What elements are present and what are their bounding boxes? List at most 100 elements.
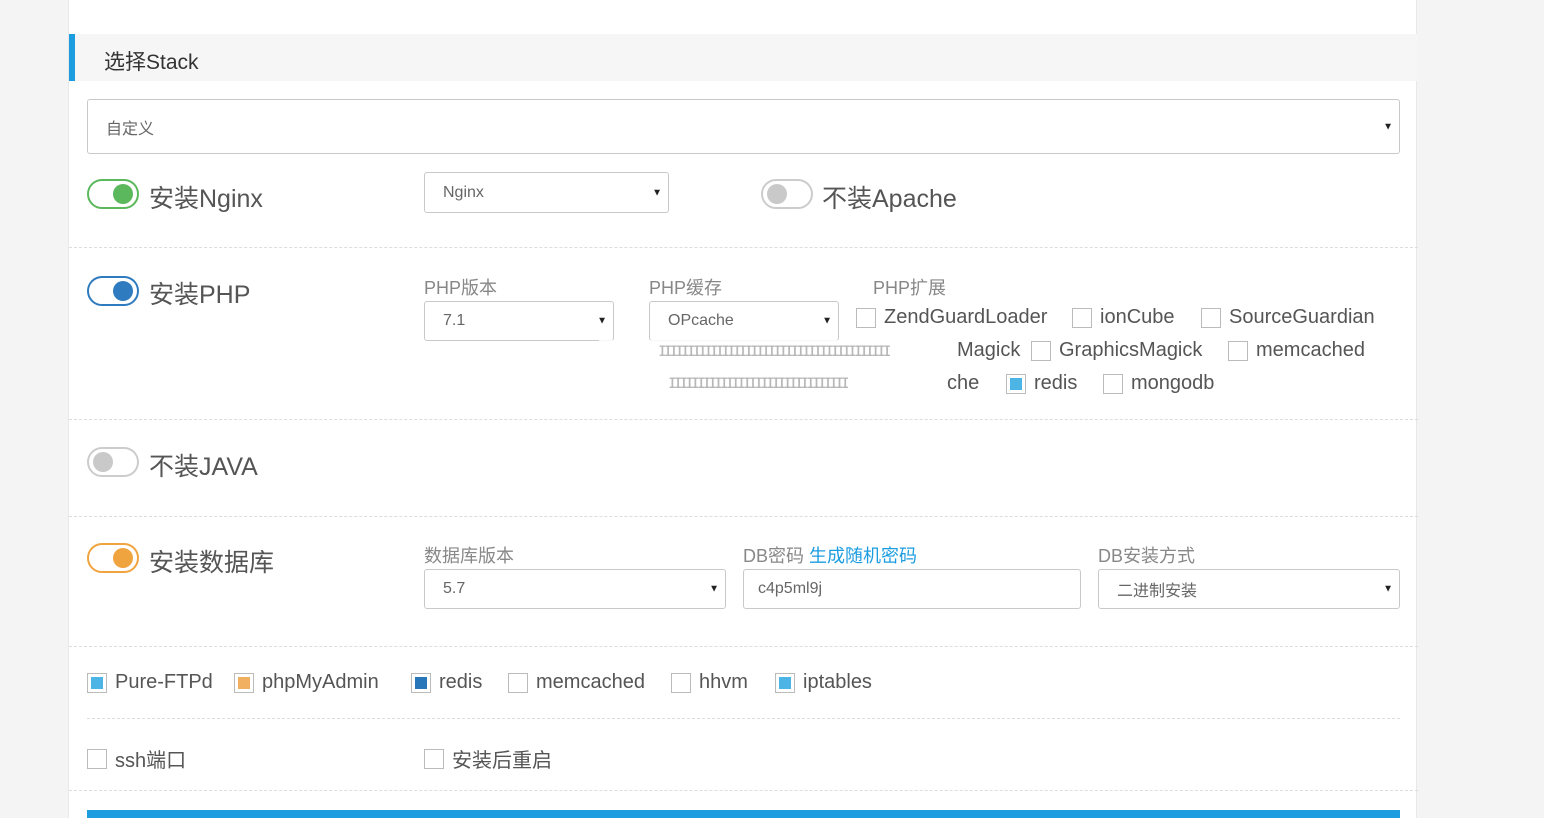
toggle-knob [113,548,133,568]
divider [87,718,1400,719]
checkbox-label: redis [439,671,483,693]
checkbox[interactable] [1103,373,1123,394]
extra-iptables[interactable]: iptables [775,671,872,694]
db-install-method-select[interactable]: 二进制安装 ▼ [1098,569,1400,609]
checkbox[interactable] [1228,340,1248,361]
checkbox[interactable] [424,748,444,769]
checkbox[interactable] [1072,307,1092,328]
php-cache-value: OPcache [668,312,734,329]
ext-memcached[interactable]: memcached [1228,339,1365,362]
checkbox-label: Magick [957,339,1021,361]
extra-hhvm[interactable]: hhvm [671,671,748,694]
install-panel: 选择Stack 自定义 ▼ 安装Nginx Nginx ▼ 不装Apache 安… [68,0,1418,818]
extra-memcached[interactable]: memcached [508,671,645,694]
nginx-label: 安装Nginx [149,185,263,213]
garbled-text: ɪɪɪɪɪɪɪɪɪɪɪɪɪɪɪɪɪɪɪɪɪɪɪɪɪɪɪɪɪɪɪɪɪɪɪɪɪɪɪɪ [599,340,1009,362]
checkbox[interactable] [671,672,691,693]
ext-sourceguardian[interactable]: SourceGuardian [1201,306,1375,329]
checkbox-label: Pure-FTPd [115,671,213,693]
ext-imagick[interactable]: Magick [957,339,1020,362]
checkbox[interactable] [1201,307,1221,328]
checkbox[interactable] [411,672,431,693]
toggle-knob [767,184,787,204]
chevron-down-icon: ▼ [822,315,832,327]
db-version-select[interactable]: 5.7 ▼ [424,569,726,609]
php-cache-select[interactable]: OPcache ▼ [649,301,839,341]
db-version-value: 5.7 [443,580,466,597]
ext-zendguardloader[interactable]: ZendGuardLoader [856,306,1047,329]
divider [69,790,1418,791]
db-install-method-value: 二进制安装 [1117,583,1198,600]
section-title: 选择Stack [69,34,1418,81]
divider [69,247,1418,248]
php-version-select[interactable]: 7.1 ▼ [424,301,614,341]
php-version-value: 7.1 [443,312,466,329]
chevron-down-icon: ▼ [597,315,607,327]
checkbox[interactable] [775,672,795,693]
ext-ioncube[interactable]: ionCube [1072,306,1175,329]
stack-preset-value: 自定义 [106,120,155,138]
checkbox-label: memcached [1256,339,1365,361]
generate-password-link[interactable]: 生成随机密码 [809,546,917,566]
checkbox-label: ZendGuardLoader [884,306,1048,328]
ext-graphicsmagick[interactable]: GraphicsMagick [1031,339,1202,362]
db-install-method-label: DB安装方式 [1098,546,1196,566]
garbled-text: ɪɪɪɪɪɪɪɪɪɪɪɪɪɪɪɪɪɪɪɪɪɪɪɪɪɪɪɪɪɪɪ [649,372,979,394]
extra-phpmyadmin[interactable]: phpMyAdmin [234,671,379,694]
toggle-knob [113,281,133,301]
chevron-down-icon: ▼ [709,583,719,595]
chevron-down-icon: ▼ [652,187,662,198]
chevron-down-icon: ▼ [1383,583,1393,595]
checkbox[interactable] [234,672,254,693]
db-label: 安装数据库 [149,549,275,577]
checkbox[interactable] [508,672,528,693]
php-version-label: PHP版本 [424,278,498,298]
chevron-down-icon: ▼ [1383,121,1393,132]
nginx-version-value: Nginx [443,183,484,201]
nginx-toggle[interactable] [87,179,139,209]
db-password-input[interactable]: c4p5ml9j [743,569,1081,609]
db-version-label: 数据库版本 [424,546,514,566]
checkbox-label: che [947,372,980,394]
checkbox-label: memcached [536,671,645,693]
divider [69,516,1418,517]
checkbox-label: iptables [803,671,872,693]
checkbox[interactable] [1031,340,1051,361]
option-reboot[interactable]: 安装后重启 [424,744,552,773]
section-title-text: 选择Stack [104,51,199,74]
checkbox-label: phpMyAdmin [262,671,379,693]
toggle-knob [113,184,133,204]
stack-preset-select[interactable]: 自定义 ▼ [87,99,1400,154]
php-toggle[interactable] [87,276,139,306]
checkbox-label: mongodb [1131,372,1215,394]
php-ext-label: PHP扩展 [873,278,947,298]
db-password-label-text: DB密码 [743,546,805,566]
checkbox[interactable] [1006,373,1026,394]
db-password-label: DB密码 生成随机密码 [743,542,917,568]
submit-button[interactable] [87,810,1400,818]
option-ssh-port[interactable]: ssh端口 [87,744,186,773]
divider [69,646,1418,647]
checkbox[interactable] [856,307,876,328]
ext-opcache-partial[interactable]: che [947,372,979,395]
apache-toggle[interactable] [761,179,813,209]
checkbox[interactable] [87,672,107,693]
ext-redis[interactable]: redis [1006,372,1077,395]
java-label: 不装JAVA [149,453,258,481]
checkbox[interactable] [87,748,107,769]
db-toggle[interactable] [87,543,139,573]
php-label: 安装PHP [149,281,251,309]
toggle-knob [93,452,113,472]
checkbox-label: GraphicsMagick [1059,339,1203,361]
apache-label: 不装Apache [822,185,957,213]
divider [69,419,1418,420]
extra-pureftpd[interactable]: Pure-FTPd [87,671,213,694]
ext-mongodb[interactable]: mongodb [1103,372,1214,395]
nginx-version-select[interactable]: Nginx ▼ [424,172,669,213]
checkbox-label: ionCube [1100,306,1175,328]
extra-redis[interactable]: redis [411,671,482,694]
checkbox-label: 安装后重启 [452,750,552,772]
checkbox-label: redis [1034,372,1078,394]
java-toggle[interactable] [87,447,139,477]
checkbox-label: ssh端口 [115,750,187,772]
